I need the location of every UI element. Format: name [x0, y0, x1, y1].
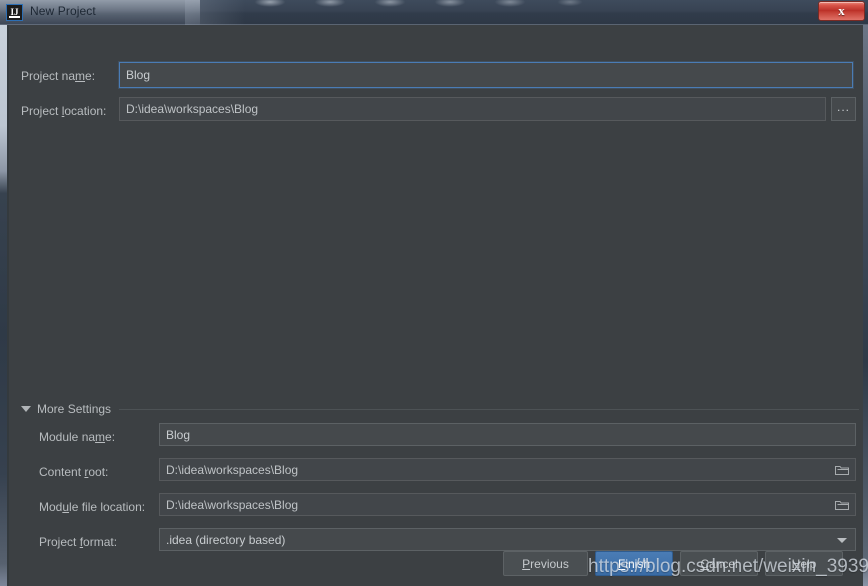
- new-project-dialog: IJ New Project x Project name: Blog Proj…: [0, 0, 868, 586]
- title-bar-glass-fade: [185, 0, 245, 25]
- project-location-value: D:\idea\workspaces\Blog: [126, 102, 259, 116]
- project-format-value: .idea (directory based): [166, 532, 286, 547]
- module-name-label: Module name:: [39, 430, 116, 444]
- module-file-location-label: Module file location:: [39, 500, 146, 514]
- more-settings-toggle[interactable]: More Settings: [21, 401, 859, 417]
- close-button[interactable]: x: [818, 1, 865, 21]
- content-root-value: D:\idea\workspaces\Blog: [166, 462, 299, 477]
- project-location-input[interactable]: D:\idea\workspaces\Blog: [119, 97, 826, 121]
- ellipsis-icon: ...: [836, 100, 850, 114]
- project-format-select[interactable]: .idea (directory based): [159, 528, 856, 551]
- window-border-bottom: [0, 582, 868, 586]
- more-settings-divider: [119, 409, 859, 410]
- content-root-label: Content root:: [39, 465, 109, 479]
- module-name-value: Blog: [166, 427, 191, 442]
- folder-icon: [835, 465, 849, 475]
- project-location-browse-button[interactable]: ...: [831, 97, 856, 121]
- window-border-left: [0, 25, 7, 586]
- module-file-location-value: D:\idea\workspaces\Blog: [166, 497, 299, 512]
- previous-button[interactable]: Previous: [503, 551, 588, 576]
- finish-button[interactable]: Finish: [595, 551, 673, 576]
- module-file-location-input[interactable]: D:\idea\workspaces\Blog: [159, 493, 856, 516]
- close-icon: x: [838, 3, 845, 18]
- project-name-value: Blog: [126, 68, 151, 82]
- project-location-label: Project location:: [21, 104, 107, 118]
- folder-icon: [835, 500, 849, 510]
- chevron-down-icon: [21, 406, 31, 412]
- content-root-browse-button[interactable]: [830, 460, 854, 479]
- chevron-down-icon: [837, 537, 847, 543]
- project-name-label: Project name:: [21, 69, 96, 83]
- help-button[interactable]: Help: [765, 551, 843, 576]
- project-format-label: Project format:: [39, 535, 118, 549]
- intellij-idea-icon: IJ: [6, 4, 23, 21]
- content-root-input[interactable]: D:\idea\workspaces\Blog: [159, 458, 856, 481]
- window-border-right: [863, 25, 868, 586]
- cancel-button[interactable]: Cancel: [680, 551, 758, 576]
- title-bar: IJ New Project x: [0, 0, 868, 25]
- title-bar-highlight: [250, 0, 630, 12]
- more-settings-label: More Settings: [37, 402, 112, 416]
- window-title: New Project: [30, 4, 96, 18]
- project-name-input[interactable]: Blog: [119, 62, 853, 88]
- module-name-input[interactable]: Blog: [159, 423, 856, 446]
- module-file-location-browse-button[interactable]: [830, 495, 854, 514]
- dialog-content: Project name: Blog Project location: D:\…: [9, 26, 863, 582]
